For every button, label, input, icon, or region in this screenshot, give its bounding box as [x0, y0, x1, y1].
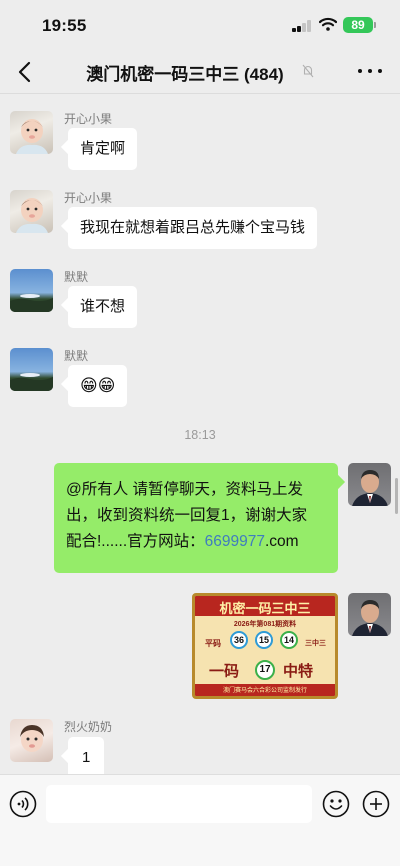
message-bubble[interactable]: 谁不想 [68, 286, 138, 328]
sender-name: 开心小果 [64, 112, 113, 126]
cellular-signal-icon [292, 20, 312, 32]
message-line: 出，收到资料统一回复1，谢谢大家 [66, 507, 308, 524]
lottery-ball: 15 [255, 631, 273, 649]
status-bar: 19:55 89 [0, 0, 400, 50]
sender-name: 烈火奶奶 [64, 720, 113, 734]
lottery-special-prefix: 一码 [209, 662, 240, 680]
lottery-right-label: 三中三 [305, 640, 326, 647]
back-arrow-icon[interactable] [14, 59, 38, 85]
chat-header: 澳门机密一码三中三 (484) [0, 50, 400, 94]
avatar-liehuonainai[interactable] [10, 719, 53, 762]
landscape-photo [10, 294, 53, 312]
landscape-photo [10, 373, 53, 391]
more-options-icon[interactable] [358, 66, 382, 76]
avatar-kaixinxiaoguo[interactable] [10, 190, 53, 233]
avatar-momo[interactable] [10, 348, 53, 391]
lottery-ball: 14 [280, 631, 298, 649]
wifi-icon [319, 17, 337, 31]
avatar-momo[interactable] [10, 269, 53, 312]
lottery-subtitle: 2026年第081期资料 [233, 621, 297, 628]
message-input[interactable] [46, 785, 312, 823]
sender-name: 默默 [64, 270, 89, 284]
time-separator: 18:13 [184, 428, 216, 442]
sender-name: 开心小果 [64, 191, 113, 205]
message-bubble-mine[interactable]: @所有人 请暂停聊天，资料马上发 出，收到资料统一回复1，谢谢大家 配合!...… [54, 463, 338, 573]
message-line-text: .com [265, 533, 299, 550]
message-line-text: 配合!......官方网站： [66, 533, 205, 550]
message-bubble[interactable]: 我现在就想着跟吕总先赚个宝马钱 [68, 207, 318, 249]
message-bubble[interactable]: 1 [68, 737, 105, 779]
avatar-kaixinxiaoguo[interactable] [10, 111, 53, 154]
mute-bell-icon [302, 64, 314, 78]
message-bubble[interactable]: 肯定啊 [68, 128, 138, 170]
man-photo [352, 600, 388, 636]
voice-input-icon[interactable] [9, 790, 37, 818]
lottery-special-ball: 17 [255, 660, 275, 680]
battery-indicator: 89 [343, 17, 373, 33]
plus-icon[interactable] [362, 790, 390, 818]
lottery-special-suffix: 中特 [283, 662, 314, 680]
input-bar [0, 774, 400, 866]
website-link[interactable]: 6699977 [205, 533, 265, 550]
message-line: @所有人 请暂停聊天，资料马上发 [66, 481, 304, 498]
emoji-icon[interactable] [322, 790, 350, 818]
scrollbar-thumb[interactable] [395, 478, 398, 514]
lottery-image[interactable]: 机密一码三中三 2026年第081期资料 平码 三中三 36 15 14 一码 … [192, 593, 338, 699]
child-photo [20, 725, 44, 752]
chat-title: 澳门机密一码三中三 (484) [86, 65, 284, 84]
message-bubble[interactable]: 😁😁 [68, 365, 128, 407]
man-photo [352, 470, 388, 506]
lottery-title: 机密一码三中三 [219, 602, 311, 617]
avatar-self[interactable] [348, 463, 391, 506]
lottery-footer: 澳门赛马会六合彩公司监制发行 [222, 688, 307, 694]
baby-photo [16, 119, 48, 154]
message-line: 配合!......官方网站：6699977.com [66, 529, 326, 555]
sender-name: 默默 [64, 349, 89, 363]
lottery-left-label: 平码 [205, 639, 221, 648]
lottery-ball: 36 [230, 631, 248, 649]
status-time: 19:55 [42, 16, 87, 35]
battery-cap [374, 22, 376, 28]
baby-photo [16, 198, 48, 233]
avatar-self[interactable] [348, 593, 391, 636]
